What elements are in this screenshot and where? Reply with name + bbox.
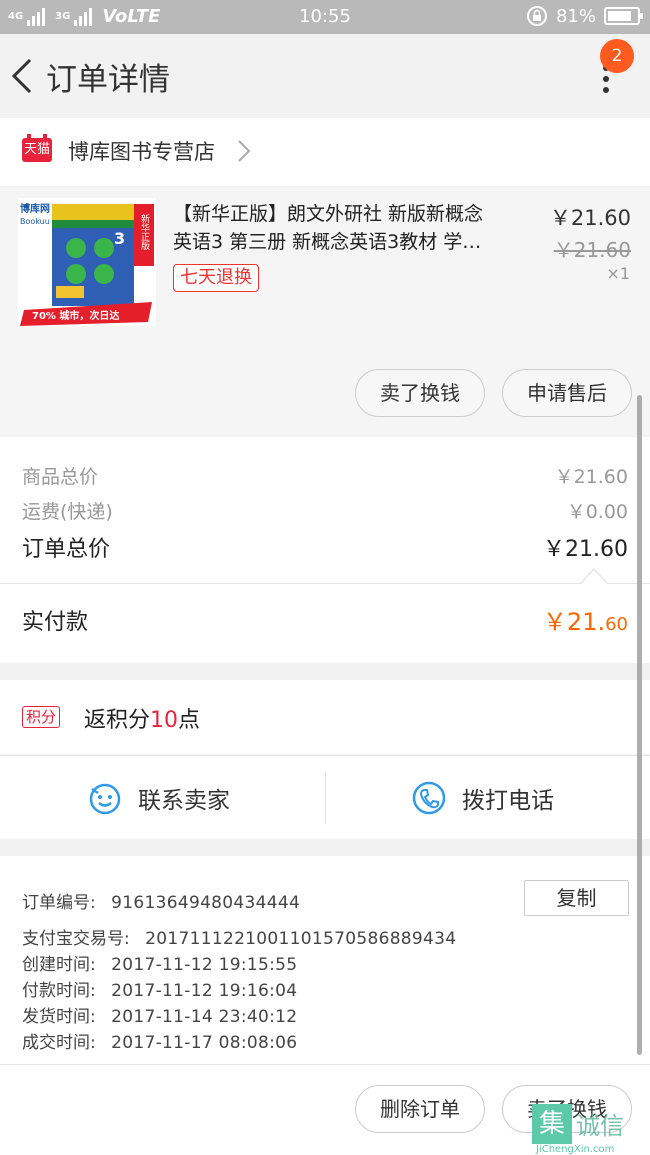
watermark-cn: 诚信 [576,1112,624,1140]
app-header: 订单详情 2 [0,34,650,118]
after-sales-button[interactable]: 申请售后 [502,369,632,417]
battery-icon [604,7,643,25]
points-text-after: 点 [178,708,201,733]
battery-percent: 81% [555,5,596,27]
thumb-banner: 70% 城市，次日达 [32,309,119,322]
completed-time-row: 成交时间: 2017-11-17 08:08:06 [22,1028,297,1053]
product-original-price: ￥21.60 [553,238,631,262]
contact-seller-label: 联系卖家 [138,788,230,814]
watermark-logo: 集 诚信 JiChengXin.com [532,1104,650,1155]
tmall-logo: 天猫 [22,134,52,162]
alipay-row: 支付宝交易号: 2017111221001101570586889434 [22,924,456,949]
actual-paid-row: 实付款 ￥21.60 [0,583,650,663]
book-cover-image: 博库网 Bookuu 3 新华正版 70% 城市，次日达 [18,198,156,326]
shipping-label: 运费(快递) [22,501,113,523]
shop-row[interactable]: 天猫 博库图书专营店 [0,118,650,186]
contact-seller-button[interactable]: 联系卖家 [88,756,230,840]
paid-time-value: 2017-11-12 19:16:04 [111,981,298,1001]
product-card[interactable]: 博库网 Bookuu 3 新华正版 70% 城市，次日达 【新华正版】朗文外研社… [0,188,650,436]
order-number-row: 订单编号: 91613649480434444 [22,888,300,913]
status-bar: 4G 3G VoLTE 10:55 81% [0,0,650,34]
points-text-before: 返积分 [84,708,151,733]
completed-time-value: 2017-11-17 08:08:06 [111,1033,298,1053]
goods-total-value: ￥21.60 [554,466,628,488]
actual-paid-cents: 60 [605,614,628,635]
completed-time-label: 成交时间: [22,1033,96,1053]
svg-text:3: 3 [114,229,125,248]
phone-icon [412,781,446,815]
points-number: 10 [150,708,179,733]
product-title-line2: 英语3 第三册 新概念英语3教材 学… [173,231,482,253]
paid-time-row: 付款时间: 2017-11-12 19:16:04 [22,976,297,1001]
points-tag: 积分 [22,706,61,728]
alipay-value: 2017111221001101570586889434 [145,929,457,949]
return-policy-tag: 七天退换 [173,264,259,292]
watermark-box: 集 [532,1104,572,1144]
thumb-publisher: 博库网 [20,202,50,215]
thumb-ribbon: 新华正版 [139,213,150,251]
alipay-label: 支付宝交易号: [22,929,130,949]
shipped-time-value: 2017-11-14 23:40:12 [111,1007,298,1027]
contact-divider [325,772,326,824]
points-text: 返积分10点 [84,702,200,734]
call-phone-button[interactable]: 拨打电话 [412,756,554,840]
actual-paid-value: ￥21.60 [543,602,628,637]
notification-badge[interactable]: 2 [600,39,634,73]
product-title-line1: 【新华正版】朗文外研社 新版新概念 [173,203,484,225]
shipped-time-label: 发货时间: [22,1007,96,1027]
price-summary: 商品总价 ￥21.60 运费(快递) ￥0.00 订单总价 ￥21.60 [0,437,650,583]
created-time-label: 创建时间: [22,955,96,975]
page-title: 订单详情 [46,62,170,98]
chat-smile-icon [89,783,121,815]
delete-order-button[interactable]: 删除订单 [355,1085,485,1133]
divider-notch-inner [581,570,607,584]
actual-paid-main: ￥21. [542,608,606,636]
shipping-value: ￥0.00 [566,501,628,523]
shipped-time-row: 发货时间: 2017-11-14 23:40:12 [22,1002,297,1027]
paid-time-label: 付款时间: [22,981,96,1001]
product-title[interactable]: 【新华正版】朗文外研社 新版新概念 英语3 第三册 新概念英语3教材 学… [173,200,533,258]
watermark-en: JiChengXin.com [536,1144,615,1155]
points-row: 积分 返积分10点 [0,680,650,754]
call-phone-label: 拨打电话 [462,788,554,814]
contact-bar: 联系卖家 拨打电话 [0,755,650,839]
created-time-row: 创建时间: 2017-11-12 19:15:55 [22,950,297,975]
sell-for-cash-button[interactable]: 卖了换钱 [355,369,485,417]
rotation-lock-icon [526,6,547,26]
product-thumbnail[interactable]: 博库网 Bookuu 3 新华正版 70% 城市，次日达 [18,198,156,326]
thumb-publisher-en: Bookuu [20,217,50,226]
shop-name[interactable]: 博库图书专营店 [68,136,215,166]
order-total-label: 订单总价 [22,537,111,562]
scrollbar[interactable] [637,395,642,1055]
created-time-value: 2017-11-12 19:15:55 [111,955,298,975]
order-info-section: 订单编号: 91613649480434444 复制 支付宝交易号: 20171… [0,856,650,1064]
back-arrow-icon[interactable] [8,56,38,96]
chevron-right-icon [238,140,251,162]
product-quantity: ×1 [606,264,630,283]
actual-paid-label: 实付款 [22,610,89,635]
product-price: ￥21.60 [549,206,631,230]
goods-total-label: 商品总价 [22,466,99,488]
order-number-value: 91613649480434444 [111,893,301,913]
order-total-value: ￥21.60 [543,537,628,562]
copy-order-number-button[interactable]: 复制 [524,880,629,916]
order-number-label: 订单编号: [22,893,96,913]
